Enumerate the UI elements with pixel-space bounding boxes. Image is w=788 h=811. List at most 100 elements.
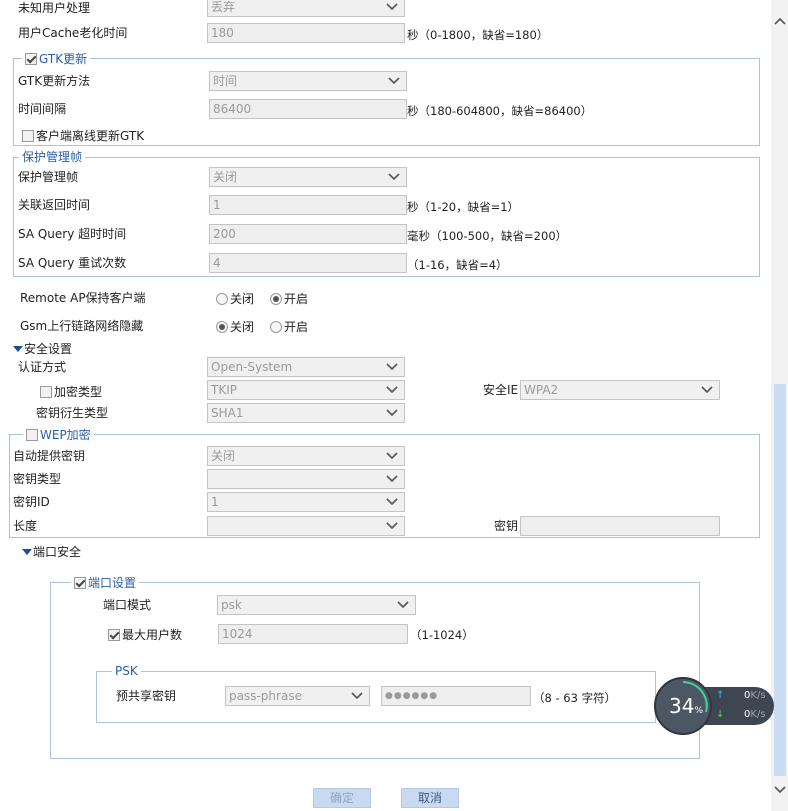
- remote-ap-off-radio[interactable]: [216, 293, 228, 305]
- scroll-down-arrow-icon[interactable]: [774, 783, 786, 795]
- enc-label: 加密类型: [54, 385, 103, 399]
- gtk-update-checkbox[interactable]: [25, 53, 37, 65]
- chevron-down-icon: [388, 173, 400, 181]
- assoc-return-input[interactable]: 1: [209, 195, 407, 215]
- pmf-select[interactable]: 关闭: [209, 167, 407, 187]
- key-id-select[interactable]: 1: [207, 492, 405, 512]
- upload-value: 0: [744, 690, 751, 701]
- enc-row: 加密类型: [40, 384, 102, 400]
- key-type-select[interactable]: [207, 469, 405, 489]
- key-id-label: 密钥ID: [13, 495, 50, 509]
- gsm-on-radio[interactable]: [270, 321, 282, 333]
- gsm-off-radio[interactable]: [216, 321, 228, 333]
- port-settings-legend: 端口设置: [71, 576, 140, 590]
- enc-checkbox[interactable]: [40, 386, 52, 398]
- radio-on-label: 开启: [284, 292, 309, 306]
- assoc-return-hint: 秒（1-20，缺省=1）: [407, 200, 520, 214]
- auto-key-label: 自动提供密钥: [13, 449, 86, 463]
- gtk-offline-label: 客户端离线更新GTK: [36, 129, 145, 143]
- remote-ap-off[interactable]: 关闭: [216, 291, 254, 307]
- chevron-down-icon: [388, 77, 400, 85]
- radio-off-label: 关闭: [230, 292, 255, 306]
- psk-legend: PSK: [112, 664, 141, 678]
- security-title: 安全设置: [24, 342, 73, 356]
- chevron-down-icon: [386, 522, 398, 530]
- sa-retry-hint: （1-16，缺省=4）: [407, 258, 508, 272]
- chevron-down-icon: [386, 409, 398, 417]
- cache-input[interactable]: 180: [207, 23, 405, 43]
- radio-on-label: 开启: [284, 320, 309, 334]
- enc-select[interactable]: TKIP: [207, 380, 405, 400]
- port-mode-value: psk: [221, 598, 242, 612]
- psk-type-value: pass-phrase: [229, 689, 302, 703]
- download-arrow-icon: ↓: [716, 709, 725, 720]
- download-speed: ↓ 0K/s: [716, 709, 766, 720]
- gtk-legend-text: GTK更新: [39, 52, 88, 66]
- ok-button[interactable]: 确定: [313, 788, 371, 808]
- key-type-label: 密钥类型: [13, 472, 62, 486]
- gtk-offline-row: 客户端离线更新GTK: [22, 128, 144, 144]
- length-label: 长度: [13, 519, 38, 533]
- unknown-user-select[interactable]: 丢弃: [207, 0, 405, 17]
- wep-key-input[interactable]: [520, 516, 720, 536]
- chevron-down-icon: [397, 601, 409, 609]
- chevron-down-icon: [351, 692, 363, 700]
- port-security-toggle[interactable]: 端口安全: [22, 544, 81, 560]
- wep-checkbox[interactable]: [26, 429, 38, 441]
- speed-gauge: 34%: [654, 677, 712, 735]
- remote-ap-on[interactable]: 开启: [270, 291, 308, 307]
- upload-unit: K/s: [750, 690, 766, 701]
- unknown-user-label: 未知用户处理: [18, 1, 91, 15]
- psk-type-select[interactable]: pass-phrase: [225, 686, 370, 706]
- ie-select[interactable]: WPA2: [520, 380, 720, 400]
- speed-percent: 34%: [669, 694, 703, 723]
- max-users-label: 最大用户数: [122, 628, 183, 642]
- auth-value: Open-System: [211, 360, 293, 374]
- upload-arrow-icon: ↑: [716, 690, 725, 701]
- gsm-label: Gsm上行链路网络隐藏: [20, 319, 144, 333]
- chevron-down-icon: [386, 3, 398, 11]
- gtk-interval-input[interactable]: 86400: [209, 99, 407, 119]
- cache-label: 用户Cache老化时间: [18, 26, 128, 40]
- kdf-label: 密钥衍生类型: [36, 406, 109, 420]
- remote-ap-on-radio[interactable]: [270, 293, 282, 305]
- max-users-hint: （1-1024）: [410, 628, 474, 642]
- sa-retry-label: SA Query 重试次数: [18, 256, 127, 270]
- kdf-value: SHA1: [211, 406, 244, 420]
- gtk-method-label: GTK更新方法: [18, 74, 91, 88]
- port-settings-checkbox[interactable]: [74, 577, 86, 589]
- gtk-method-value: 时间: [213, 74, 238, 88]
- psk-input[interactable]: ●●●●●●: [381, 686, 531, 706]
- pmf-legend: 保护管理帧: [19, 150, 86, 164]
- kdf-select[interactable]: SHA1: [207, 403, 405, 423]
- chevron-down-icon: [386, 363, 398, 371]
- sa-retry-input[interactable]: 4: [209, 253, 407, 273]
- max-users-checkbox[interactable]: [108, 629, 120, 641]
- expand-triangle-icon: [22, 549, 32, 555]
- key-id-value: 1: [211, 495, 219, 509]
- download-value: 0: [744, 709, 751, 720]
- percent-unit: %: [694, 706, 704, 716]
- cancel-button[interactable]: 取消: [401, 788, 459, 808]
- gsm-off[interactable]: 关闭: [216, 319, 254, 335]
- scroll-up-arrow-icon[interactable]: [774, 16, 786, 28]
- sa-timeout-input[interactable]: 200: [209, 224, 407, 244]
- auth-select[interactable]: Open-System: [207, 357, 405, 377]
- gsm-on[interactable]: 开启: [270, 319, 308, 335]
- expand-triangle-icon: [13, 346, 23, 352]
- max-users-row: 最大用户数: [108, 627, 182, 643]
- auth-label: 认证方式: [18, 360, 67, 374]
- pmf-value: 关闭: [213, 170, 238, 184]
- chevron-down-icon: [386, 386, 398, 394]
- port-mode-select[interactable]: psk: [217, 595, 416, 615]
- sa-timeout-label: SA Query 超时时间: [18, 227, 127, 241]
- security-section-toggle[interactable]: 安全设置: [13, 341, 72, 357]
- gtk-offline-checkbox[interactable]: [22, 130, 34, 142]
- auto-key-select[interactable]: 关闭: [207, 446, 405, 466]
- enc-value: TKIP: [211, 383, 237, 397]
- percent-value: 34: [669, 694, 695, 718]
- gtk-method-select[interactable]: 时间: [209, 71, 407, 91]
- length-select[interactable]: [207, 516, 405, 536]
- network-speed-widget[interactable]: ↑ 0K/s ↓ 0K/s 34%: [654, 677, 776, 735]
- max-users-input[interactable]: 1024: [218, 624, 408, 644]
